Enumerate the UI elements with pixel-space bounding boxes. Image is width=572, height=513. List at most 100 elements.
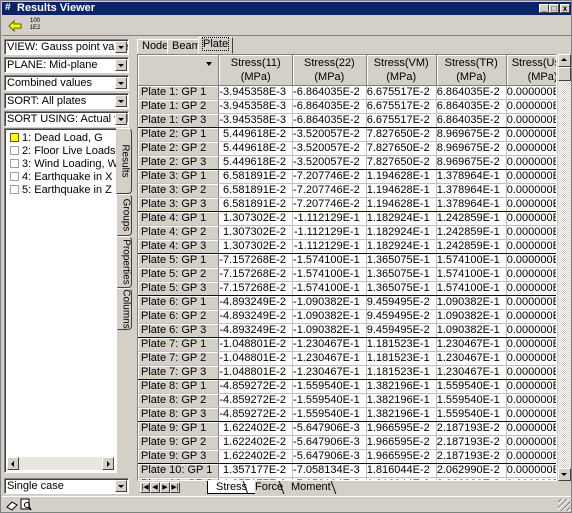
back-arrow-icon[interactable] <box>8 19 22 33</box>
table-cell[interactable]: 1.966595E-2 <box>366 421 437 436</box>
table-cell[interactable]: 0.000000E+0 <box>506 309 556 324</box>
row-header[interactable]: Plate 1: GP 2 <box>138 99 220 114</box>
table-cell[interactable]: 0.000000E+0 <box>506 295 556 310</box>
row-header[interactable]: Plate 4: GP 1 <box>138 211 220 226</box>
row-header[interactable]: Plate 2: GP 3 <box>138 155 220 170</box>
table-cell[interactable]: -3.520057E-2 <box>292 155 367 170</box>
table-cell[interactable]: 1.194628E-1 <box>366 169 437 184</box>
column-header[interactable]: Stress(22) (MPa) <box>292 55 367 86</box>
print-preview-icon[interactable] <box>20 498 32 513</box>
table-cell[interactable]: 0.000000E+0 <box>506 113 556 128</box>
table-cell[interactable]: -1.048801E-2 <box>218 337 294 352</box>
table-cell[interactable]: 1.382196E-1 <box>366 379 437 394</box>
table-cell[interactable]: -4.859272E-2 <box>218 379 294 394</box>
chevron-down-icon[interactable] <box>115 95 127 107</box>
row-header[interactable]: Plate 4: GP 3 <box>138 239 220 254</box>
table-cell[interactable]: 0.000000E+0 <box>506 393 556 408</box>
row-header[interactable]: Plate 8: GP 3 <box>138 407 220 422</box>
table-cell[interactable]: -1.090382E-1 <box>292 309 367 324</box>
table-cell[interactable]: 6.581891E-2 <box>218 169 294 184</box>
row-header[interactable]: Plate 9: GP 3 <box>138 449 220 464</box>
table-cell[interactable]: -1.112129E-1 <box>292 211 367 226</box>
row-header[interactable]: Plate 5: GP 3 <box>138 281 220 296</box>
tab-columns[interactable]: Columns <box>117 288 132 330</box>
table-row[interactable]: Plate 6: GP 1 -4.893249E-2 -1.090382E-1 9.4… <box>138 295 556 310</box>
table-cell[interactable]: 1.242859E-1 <box>436 225 507 240</box>
row-header[interactable]: Plate 6: GP 1 <box>138 295 220 310</box>
table-cell[interactable]: 1.378964E-1 <box>436 169 507 184</box>
row-header[interactable]: Plate 3: GP 1 <box>138 169 220 184</box>
table-row[interactable]: Plate 2: GP 3 5.449618E-2 -3.520057E-2 7.82… <box>138 155 556 170</box>
table-cell[interactable]: 0.000000E+0 <box>506 127 556 142</box>
row-header[interactable]: Plate 10: GP 1 <box>138 463 220 478</box>
table-cell[interactable]: 7.827650E-2 <box>366 155 437 170</box>
table-cell[interactable]: -6.864035E-2 <box>292 85 367 100</box>
table-cell[interactable]: 1.307302E-2 <box>218 225 294 240</box>
table-cell[interactable]: 2.187193E-2 <box>436 435 507 450</box>
eraser-icon[interactable] <box>6 499 18 513</box>
row-header[interactable]: Plate 8: GP 1 <box>138 379 220 394</box>
table-cell[interactable]: 0.000000E+0 <box>506 463 556 478</box>
table-cell[interactable]: 8.969675E-2 <box>436 141 507 156</box>
table-cell[interactable]: 1.559540E-1 <box>436 393 507 408</box>
table-cell[interactable]: 1.382196E-1 <box>366 393 437 408</box>
table-cell[interactable]: 0.000000E+0 <box>506 183 556 198</box>
table-row[interactable]: Plate 1: GP 1 -3.945358E-3 -6.864035E-2 6.6… <box>138 85 556 100</box>
table-cell[interactable]: 2.062990E-2 <box>436 463 507 478</box>
table-cell[interactable]: 9.459495E-2 <box>366 323 437 338</box>
table-cell[interactable]: -5.647906E-3 <box>292 435 367 450</box>
column-header[interactable]: Stress(11) (MPa) <box>218 55 294 86</box>
scroll-right-button[interactable] <box>102 457 114 470</box>
resize-grip[interactable] <box>558 499 570 511</box>
table-cell[interactable]: 1.966595E-2 <box>366 449 437 464</box>
row-header[interactable]: Plate 5: GP 2 <box>138 267 220 282</box>
table-cell[interactable]: 1.382196E-1 <box>366 407 437 422</box>
plane-combo[interactable]: PLANE: Mid-plane <box>4 57 129 73</box>
table-row[interactable]: Plate 8: GP 1 -4.859272E-2 -1.559540E-1 1.3… <box>138 379 556 394</box>
table-cell[interactable]: 0.000000E+0 <box>506 239 556 254</box>
row-header[interactable]: Plate 9: GP 2 <box>138 435 220 450</box>
row-sort-dropdown[interactable] <box>138 55 220 86</box>
table-cell[interactable]: 0.000000E+0 <box>506 141 556 156</box>
table-cell[interactable]: 0.000000E+0 <box>506 253 556 268</box>
chevron-down-icon[interactable] <box>115 113 127 125</box>
table-row[interactable]: Plate 3: GP 3 6.581891E-2 -7.207746E-2 1.19… <box>138 197 556 212</box>
table-row[interactable]: Plate 7: GP 3 -1.048801E-2 -1.230467E-1 1.1… <box>138 365 556 380</box>
table-cell[interactable]: 6.581891E-2 <box>218 197 294 212</box>
table-row[interactable]: Plate 5: GP 2 -7.157268E-2 -1.574100E-1 1.3… <box>138 267 556 282</box>
table-cell[interactable]: 1.194628E-1 <box>366 183 437 198</box>
sort-using-combo[interactable]: SORT USING: Actual values <box>4 111 129 127</box>
table-cell[interactable]: 1.357177E-2 <box>218 463 294 478</box>
table-row[interactable]: Plate 9: GP 3 1.622402E-2 -5.647906E-3 1.96… <box>138 449 556 464</box>
table-cell[interactable]: 8.969675E-2 <box>436 127 507 142</box>
next-sheet-button[interactable]: ▶ <box>160 482 170 493</box>
row-header[interactable]: Plate 9: GP 1 <box>138 421 220 436</box>
table-cell[interactable]: 0.000000E+0 <box>506 379 556 394</box>
table-cell[interactable]: 6.864035E-2 <box>436 99 507 114</box>
table-cell[interactable]: 1.182924E-1 <box>366 225 437 240</box>
table-row[interactable]: Plate 1: GP 2 -3.945358E-3 -6.864035E-2 6.6… <box>138 99 556 114</box>
table-row[interactable]: Plate 5: GP 1 -7.157268E-2 -1.574100E-1 1.3… <box>138 253 556 268</box>
table-cell[interactable]: 1.559540E-1 <box>436 407 507 422</box>
table-cell[interactable]: 1.574100E-1 <box>436 267 507 282</box>
table-cell[interactable]: 5.449618E-2 <box>218 155 294 170</box>
table-cell[interactable]: 1.622402E-2 <box>218 435 294 450</box>
vertical-scrollbar[interactable] <box>558 54 571 481</box>
row-header[interactable]: Plate 7: GP 1 <box>138 337 220 352</box>
table-cell[interactable]: -4.893249E-2 <box>218 295 294 310</box>
table-cell[interactable]: 1.242859E-1 <box>436 211 507 226</box>
table-cell[interactable]: -7.157268E-2 <box>218 281 294 296</box>
table-cell[interactable]: -3.945358E-3 <box>218 85 294 100</box>
table-cell[interactable]: 0.000000E+0 <box>506 351 556 366</box>
table-row[interactable]: Plate 1: GP 3 -3.945358E-3 -6.864035E-2 6.6… <box>138 113 556 128</box>
table-row[interactable]: Plate 8: GP 2 -4.859272E-2 -1.559540E-1 1.3… <box>138 393 556 408</box>
row-header[interactable]: Plate 7: GP 2 <box>138 351 220 366</box>
scroll-down-button[interactable] <box>558 468 571 481</box>
table-cell[interactable]: 1.574100E-1 <box>436 253 507 268</box>
row-header[interactable]: Plate 5: GP 1 <box>138 253 220 268</box>
table-cell[interactable]: 8.969675E-2 <box>436 155 507 170</box>
row-header[interactable]: Plate 8: GP 2 <box>138 393 220 408</box>
view-combo[interactable]: VIEW: Gauss point values <box>4 39 129 55</box>
table-row[interactable]: Plate 8: GP 3 -4.859272E-2 -1.559540E-1 1.3… <box>138 407 556 422</box>
table-cell[interactable]: 0.000000E+0 <box>506 407 556 422</box>
